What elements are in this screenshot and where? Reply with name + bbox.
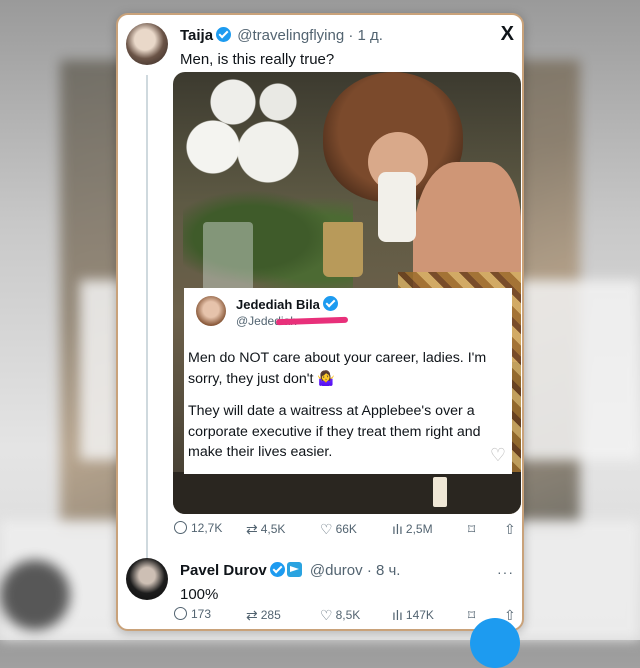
reply-button[interactable]: 173 [174,607,211,621]
more-options-icon[interactable]: ··· [497,564,514,580]
bookmark-button[interactable]: ⌑ [468,607,478,624]
views-icon: ılı [392,607,403,623]
reply-author-name[interactable]: Pavel Durov [180,562,267,579]
repost-icon: ⇄ [246,607,258,623]
repost-button[interactable]: ⇄ 285 [246,607,281,624]
heart-icon: ♡ [320,607,333,623]
reply-count: 12,7K [191,521,223,535]
repost-count: 285 [260,608,281,622]
reply-author-handle[interactable]: @durov [310,562,363,579]
telegram-icon [286,562,302,577]
bookmark-icon: ⌑ [468,521,476,537]
bookmark-icon: ⌑ [468,607,476,623]
reply-author-line: Pavel Durov @durov · 8 ч. [180,562,400,579]
author-name[interactable]: Taija [180,27,213,44]
tweet-card: Taija @travelingflying · 1 д. X Men, is … [116,13,524,631]
embedded-author-line: Jedediah Bila [236,296,340,312]
heart-icon: ♡ [320,521,333,537]
like-count: 66K [335,522,357,536]
reply-icon [174,521,187,534]
main-tweet-actions: 12,7K ⇄ 4,5K ♡ 66K ılı 2,5M ⌑ ⇧ [174,521,518,541]
share-icon: ⇧ [504,521,516,537]
photo-candle [433,477,447,507]
views-button[interactable]: ılı 2,5M [392,521,433,537]
views-count: 147K [405,608,434,622]
embedded-verified-icon [322,296,338,311]
bookmark-button[interactable]: ⌑ [468,521,478,538]
author-handle[interactable]: @travelingflying [237,27,344,44]
tweet-photo[interactable]: Jedediah Bila @Jedediah Men do NOT care … [173,72,521,514]
reply-count: 173 [191,607,212,621]
repost-button[interactable]: ⇄ 4,5K [246,521,285,538]
embedded-text: Men do NOT care about your career, ladie… [188,348,506,475]
share-button[interactable]: ⇧ [504,521,519,538]
photo-pot [323,222,363,277]
reply-tweet-text: 100% [180,586,219,603]
author-avatar[interactable] [126,23,168,65]
tweet-time[interactable]: · 1 д. [348,27,383,44]
reply-verified-icon [269,562,285,577]
photo-vase [203,222,253,292]
handle-scribble [275,316,349,326]
embedded-author-name: Jedediah Bila [236,297,320,312]
background-blur-avatar [0,560,70,630]
photo-mug [378,172,416,242]
reply-tweet-actions: 173 ⇄ 285 ♡ 8,5K ılı 147K ⌑ ⇧ [174,607,518,627]
reply-author-avatar[interactable] [126,558,168,600]
like-count: 8,5K [335,608,361,622]
author-line: Taija @travelingflying · 1 д. [180,27,383,44]
embedded-heart-icon: ♡ [489,445,506,465]
repost-icon: ⇄ [246,521,258,537]
reply-tweet-time[interactable]: · 8 ч. [367,562,401,579]
compose-button[interactable] [470,618,520,668]
embedded-avatar [196,296,226,326]
embedded-paragraph: They will date a waitress at Applebee's … [188,403,481,460]
repost-count: 4,5K [260,522,286,536]
thread-line [146,75,148,565]
tweet-text: Men, is this really true? [180,51,335,68]
embedded-paragraph: Men do NOT care about your career, ladie… [188,350,487,387]
views-button[interactable]: ılı 147K [392,607,434,623]
views-icon: ılı [392,521,403,537]
reply-button[interactable]: 12,7K [174,521,222,535]
reply-icon [174,607,187,620]
photo-counter [173,472,521,514]
x-logo-icon: X [500,23,514,45]
like-button[interactable]: ♡ 66K [320,521,357,538]
embedded-tweet-screenshot: Jedediah Bila @Jedediah Men do NOT care … [184,288,512,474]
views-count: 2,5M [405,522,433,536]
verified-badge-icon [216,27,232,42]
main-tweet-header: Taija @travelingflying · 1 д. X Men, is … [126,23,514,73]
like-button[interactable]: ♡ 8,5K [320,607,360,624]
